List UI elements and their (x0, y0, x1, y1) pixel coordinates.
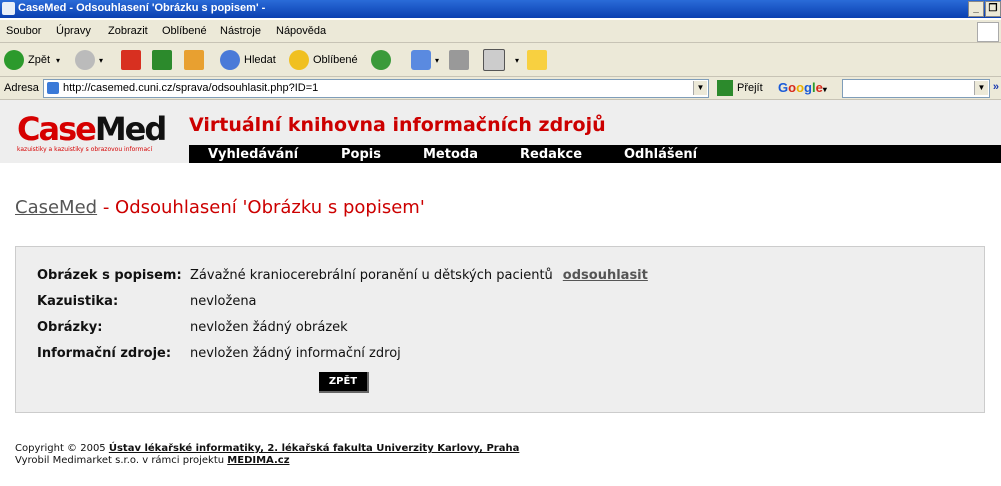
back-label: Zpět (28, 54, 51, 66)
messenger-button[interactable] (527, 48, 551, 72)
nav-odhlaseni[interactable]: Odhlášení (624, 147, 697, 162)
mail-icon (411, 50, 431, 70)
google-dropdown-icon: ▾ (822, 85, 827, 94)
forward-button[interactable]: ▾ (75, 48, 103, 72)
stop-icon (121, 50, 141, 70)
address-bar: Adresa http://casemed.cuni.cz/sprava/ods… (0, 77, 1001, 100)
windows-logo-icon (977, 22, 999, 42)
menu-napoveda[interactable]: Nápověda (276, 25, 326, 37)
address-url: http://casemed.cuni.cz/sprava/odsouhlasi… (63, 82, 319, 94)
favorites-label: Oblíbené (313, 54, 358, 66)
edit-button[interactable]: ▾ (483, 48, 519, 72)
back-dropdown-icon: ▾ (56, 55, 61, 65)
copyright-text: Copyright © 2005 (15, 443, 106, 454)
case-label: Kazuistika: (37, 294, 119, 309)
nav-metoda[interactable]: Metoda (423, 147, 478, 162)
history-button[interactable] (371, 48, 395, 72)
forward-dropdown-icon: ▾ (99, 55, 104, 65)
back-button[interactable]: Zpět ▾ (4, 48, 60, 72)
menu-bar: Soubor Úpravy Zobrazit Oblíbené Nástroje… (0, 20, 1001, 43)
breadcrumb-current: - Odsouhlasení 'Obrázku s popisem' (97, 197, 425, 218)
approve-link[interactable]: odsouhlasit (563, 268, 648, 283)
refresh-button[interactable] (152, 48, 176, 72)
note-icon (527, 50, 547, 70)
favorites-button[interactable]: Oblíbené (289, 48, 358, 72)
breadcrumb-home-link[interactable]: CaseMed (15, 197, 97, 218)
ie-page-icon (2, 2, 15, 15)
nav-popis[interactable]: Popis (341, 147, 381, 162)
word-icon (483, 49, 505, 71)
page-icon (47, 82, 59, 94)
search-icon (220, 50, 240, 70)
stop-button[interactable] (121, 48, 145, 72)
logo-tagline: kazuistiky a kazuistiky s obrazovou info… (17, 146, 153, 153)
go-arrow-icon (717, 80, 733, 96)
address-dropdown-icon[interactable]: ▼ (693, 81, 707, 95)
star-icon (289, 50, 309, 70)
copyright-line: Copyright © 2005 Ústav lékařské informat… (15, 443, 519, 455)
restore-button[interactable]: ❐ (985, 1, 1001, 17)
search-label: Hledat (244, 54, 276, 66)
made-by-line: Vyrobil Medimarket s.r.o. v rámci projek… (15, 455, 519, 467)
history-icon (371, 50, 391, 70)
back-zpet-button[interactable]: ZPĚT (319, 372, 369, 393)
address-input[interactable]: http://casemed.cuni.cz/sprava/odsouhlasi… (43, 79, 709, 98)
case-value: nevložena (190, 294, 257, 309)
sources-value: nevložen žádný informační zdroj (190, 346, 401, 361)
image-value: Závažné kraniocerebrální poranění u děts… (190, 268, 648, 283)
page-footer: Copyright © 2005 Ústav lékařské informat… (15, 443, 519, 467)
home-icon (184, 50, 204, 70)
logo-med: Med (94, 110, 167, 148)
nav-redakce[interactable]: Redakce (520, 147, 582, 162)
window-title: CaseMed - Odsouhlasení 'Obrázku s popise… (18, 2, 266, 14)
toolbar-overflow-icon[interactable]: » (993, 81, 999, 93)
mail-dropdown-icon: ▾ (435, 55, 440, 65)
minimize-button[interactable]: _ (968, 1, 984, 17)
address-label: Adresa (4, 82, 39, 94)
menu-oblibene[interactable]: Oblíbené (162, 25, 207, 37)
google-search-dropdown-icon[interactable]: ▼ (974, 81, 988, 95)
window-controls: _ ❐ (967, 1, 1001, 17)
casemed-logo[interactable]: CaseMed kazuistiky a kazuistiky s obrazo… (17, 113, 167, 153)
google-search-input[interactable]: ▼ (842, 79, 990, 98)
refresh-icon (152, 50, 172, 70)
image-title: Závažné kraniocerebrální poranění u děts… (190, 268, 553, 283)
sources-label: Informační zdroje: (37, 346, 172, 361)
search-button[interactable]: Hledat (220, 48, 276, 72)
image-label: Obrázek s popisem: (37, 268, 182, 283)
medima-link[interactable]: MEDIMA.cz (227, 455, 289, 466)
page-title: CaseMed - Odsouhlasení 'Obrázku s popise… (15, 197, 425, 218)
back-arrow-icon (4, 50, 24, 70)
go-label: Přejít (737, 82, 763, 94)
google-toolbar-logo[interactable]: Google▾ (778, 80, 827, 95)
site-title: Virtuální knihovna informačních zdrojů (189, 114, 606, 136)
nav-vyhledavani[interactable]: Vyhledávání (208, 147, 298, 162)
logo-case: Case (17, 110, 97, 148)
edit-dropdown-icon: ▾ (515, 55, 520, 65)
go-button[interactable]: Přejít (717, 80, 763, 96)
site-header: CaseMed kazuistiky a kazuistiky s obrazo… (0, 100, 1001, 163)
forward-arrow-icon (75, 50, 95, 70)
print-button[interactable] (449, 48, 473, 72)
browser-toolbar: Zpět ▾ ▾ Hledat Oblíbené ▾ ▾ (0, 43, 1001, 77)
institute-link[interactable]: Ústav lékařské informatiky, 2. lékařská … (109, 443, 519, 454)
main-nav: Vyhledávání Popis Metoda Redakce Odhláše… (189, 145, 1001, 163)
window-titlebar: CaseMed - Odsouhlasení 'Obrázku s popise… (0, 0, 1001, 18)
menu-zobrazit[interactable]: Zobrazit (108, 25, 148, 37)
images-label: Obrázky: (37, 320, 103, 335)
approval-panel: Obrázek s popisem: Závažné kraniocerebrá… (15, 246, 985, 413)
menu-upravy[interactable]: Úpravy (56, 25, 91, 37)
images-value: nevložen žádný obrázek (190, 320, 348, 335)
mail-button[interactable]: ▾ (411, 48, 439, 72)
menu-soubor[interactable]: Soubor (6, 25, 41, 37)
menu-nastroje[interactable]: Nástroje (220, 25, 261, 37)
home-button[interactable] (184, 48, 208, 72)
printer-icon (449, 50, 469, 70)
made-by-text: Vyrobil Medimarket s.r.o. v rámci projek… (15, 455, 225, 466)
